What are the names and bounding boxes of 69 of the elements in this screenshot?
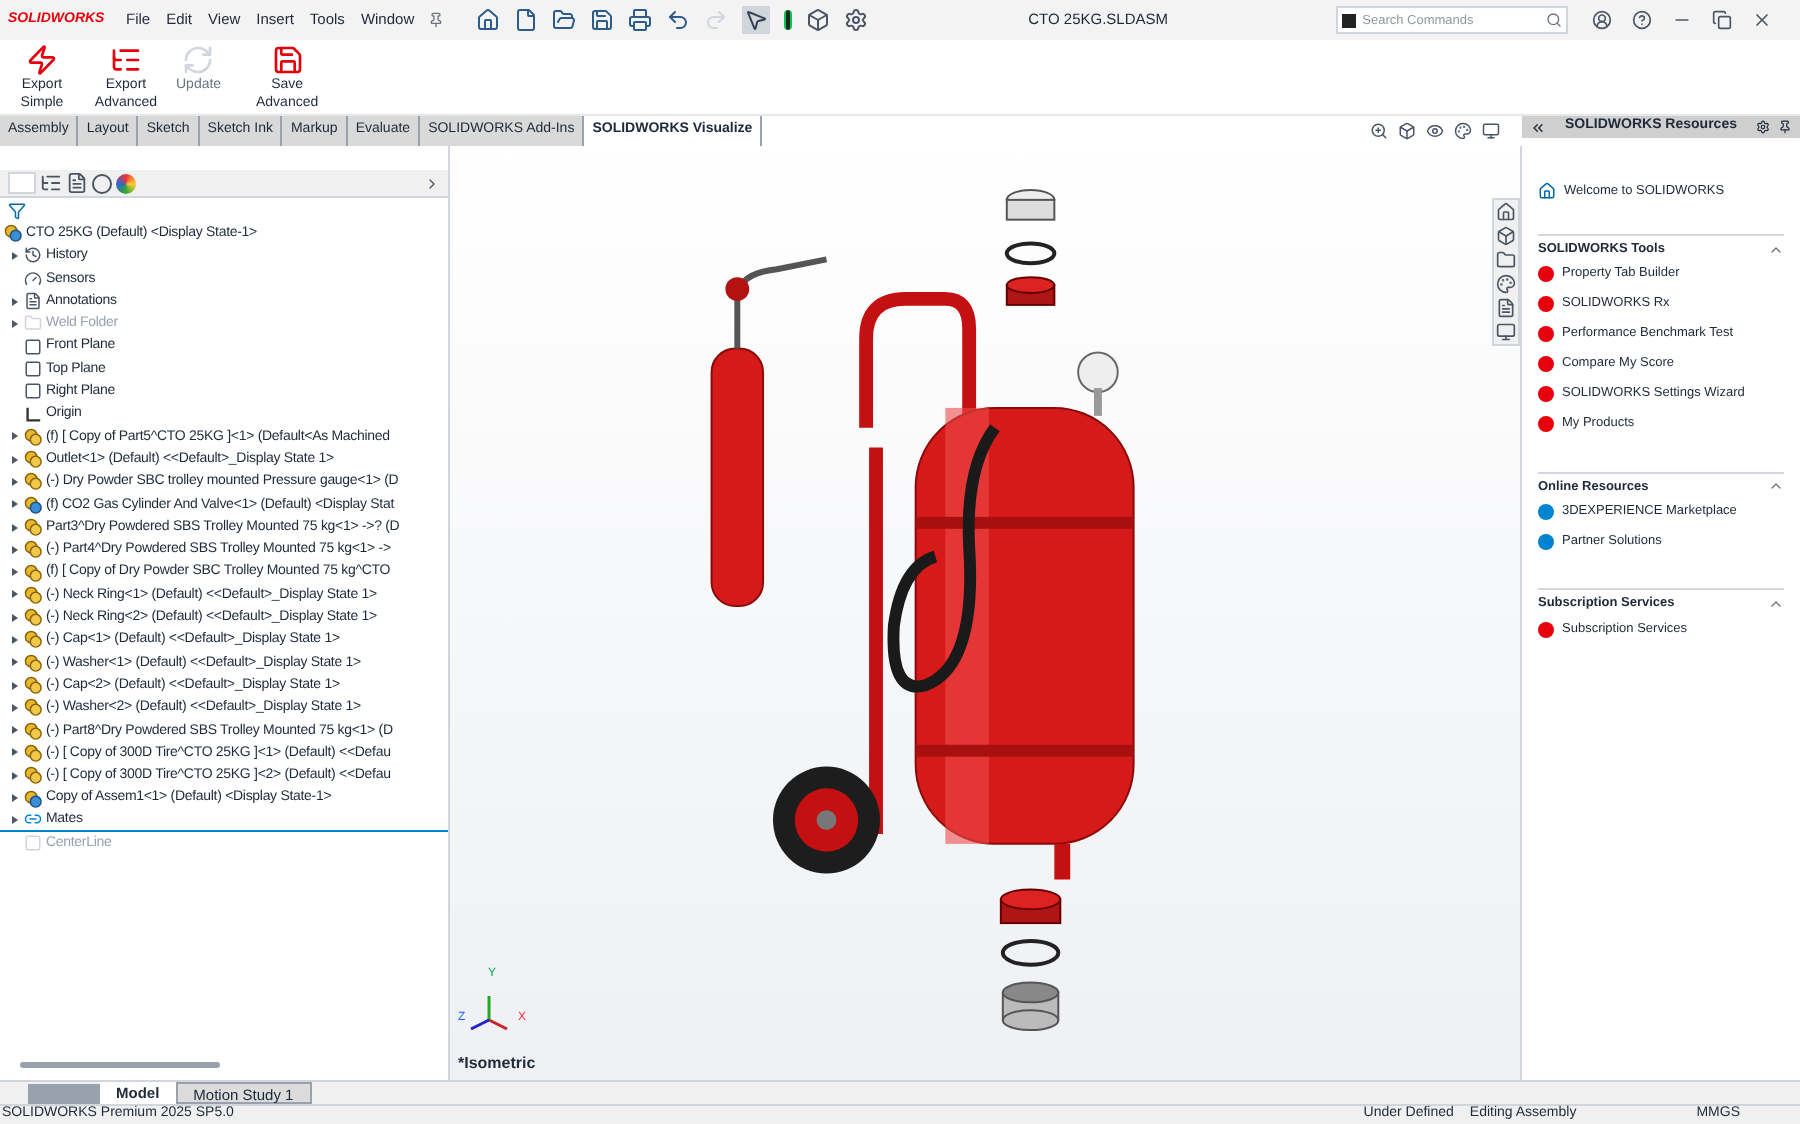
folder-icon xyxy=(24,314,42,333)
expand-arrow-icon[interactable] xyxy=(11,726,17,735)
expand-arrow-icon[interactable] xyxy=(11,703,17,712)
print-icon[interactable] xyxy=(628,8,653,32)
home-icon[interactable] xyxy=(1496,202,1516,222)
assembly-icon xyxy=(24,789,42,808)
zoom-icon[interactable] xyxy=(1370,122,1388,140)
expand-arrow-icon[interactable] xyxy=(11,432,17,441)
select-tool-button[interactable] xyxy=(742,6,771,34)
display-icon[interactable] xyxy=(1496,322,1516,342)
list-icon xyxy=(110,44,142,76)
settings-icon[interactable] xyxy=(1756,120,1770,134)
close-icon[interactable] xyxy=(1752,10,1773,30)
resource-icon xyxy=(1538,621,1554,637)
expand-arrow-icon[interactable] xyxy=(11,297,17,306)
expand-arrow-icon[interactable] xyxy=(11,771,17,780)
custom-properties-icon[interactable] xyxy=(1496,298,1516,318)
open-icon[interactable] xyxy=(552,8,577,32)
save-icon[interactable] xyxy=(590,8,615,32)
mates-icon xyxy=(24,810,42,829)
expand-arrow-icon[interactable] xyxy=(11,251,17,260)
home-icon[interactable] xyxy=(476,8,501,32)
home-icon xyxy=(1538,182,1556,201)
appearance-icon[interactable] xyxy=(1454,122,1472,140)
expand-arrow-icon[interactable] xyxy=(11,545,17,554)
search-icon xyxy=(1546,12,1563,28)
display-icon[interactable] xyxy=(1482,122,1500,140)
visibility-icon[interactable] xyxy=(1426,122,1444,140)
origin-icon xyxy=(24,405,42,424)
settings-icon[interactable] xyxy=(844,8,869,32)
pin-icon[interactable] xyxy=(428,12,445,28)
expand-arrow-icon[interactable] xyxy=(11,523,17,531)
bolt-icon xyxy=(26,44,58,76)
help-icon[interactable] xyxy=(1632,10,1653,30)
expand-arrow-icon[interactable] xyxy=(11,794,17,803)
expand-arrow-icon[interactable] xyxy=(11,815,17,824)
pin-icon[interactable] xyxy=(1778,120,1792,134)
sensor-icon xyxy=(24,269,42,288)
user-icon[interactable] xyxy=(1592,10,1613,30)
expand-arrow-icon[interactable] xyxy=(11,748,17,757)
restore-icon[interactable] xyxy=(1712,10,1733,30)
expand-arrow-icon[interactable] xyxy=(11,500,17,509)
undo-icon[interactable] xyxy=(666,8,691,32)
expand-arrow-icon[interactable] xyxy=(11,635,17,644)
collapse-icon[interactable] xyxy=(1530,119,1546,135)
save-icon xyxy=(271,44,304,76)
plane-icon xyxy=(24,834,42,853)
view-orientation-icon[interactable] xyxy=(1398,122,1416,140)
expand-arrow-icon[interactable] xyxy=(11,568,17,577)
filter-icon[interactable] xyxy=(8,201,26,219)
assembly-icon xyxy=(4,224,22,243)
history-icon xyxy=(24,246,42,265)
expand-arrow-icon[interactable] xyxy=(11,590,17,599)
new-document-icon[interactable] xyxy=(514,8,539,32)
appearance-icon[interactable] xyxy=(1496,274,1516,294)
file-explorer-icon[interactable] xyxy=(1496,250,1516,270)
refresh-icon xyxy=(182,44,215,76)
annotation-icon xyxy=(24,292,42,311)
expand-arrow-icon[interactable] xyxy=(11,658,17,667)
configuration-tab-icon[interactable] xyxy=(66,172,88,194)
expand-arrow-icon[interactable] xyxy=(11,681,17,690)
chevron-icon[interactable] xyxy=(424,175,440,191)
expand-arrow-icon[interactable] xyxy=(11,455,17,464)
view-label: *Isometric xyxy=(458,1052,536,1076)
property-manager-tab-icon[interactable] xyxy=(40,172,62,194)
color-wheel-tab-icon[interactable] xyxy=(116,173,136,193)
assembly-icon xyxy=(24,495,42,514)
expand-arrow-icon[interactable] xyxy=(11,477,17,486)
expand-arrow-icon[interactable] xyxy=(11,613,17,622)
